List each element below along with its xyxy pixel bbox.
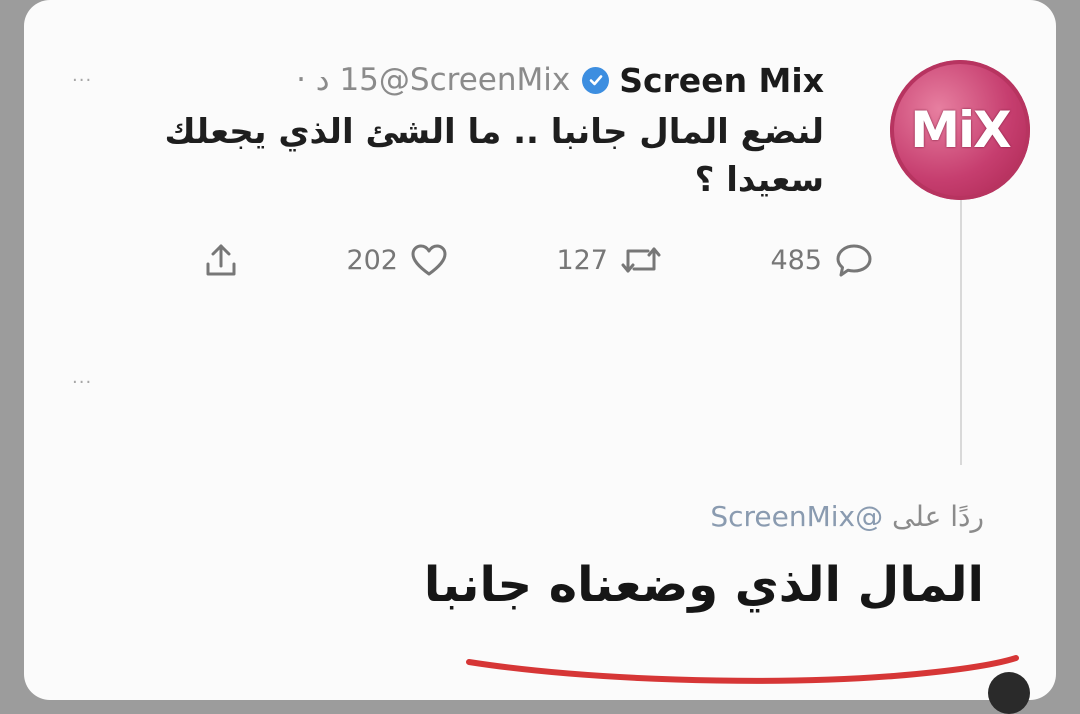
retweet-icon <box>621 247 661 273</box>
tweet-card: ··· MiX 15 د · @ScreenMix Screen Mix لنض… <box>24 0 1056 700</box>
tweet-actions: 202 127 485 <box>204 232 874 288</box>
heart-icon <box>411 244 447 276</box>
verified-badge-icon <box>582 66 610 94</box>
replying-to-label: ردًا على <box>892 500 984 533</box>
tweet-display-name[interactable]: Screen Mix <box>619 61 824 100</box>
share-button[interactable] <box>204 242 238 278</box>
avatar-logo-text: MiX <box>910 101 1011 159</box>
thread-connector-line <box>960 200 962 465</box>
avatar[interactable]: MiX <box>890 60 1030 200</box>
like-button[interactable]: 202 <box>346 243 448 277</box>
red-underline-annotation <box>466 655 1019 684</box>
corner-overlay-circle <box>988 672 1030 714</box>
share-icon <box>206 244 236 276</box>
tweet-header: 15 د · @ScreenMix Screen Mix <box>296 56 824 104</box>
reply-more-options-icon[interactable]: ··· <box>72 372 92 393</box>
more-options-icon[interactable]: ··· <box>72 70 92 91</box>
tweet-time: 15 د · <box>296 62 379 98</box>
reply-button[interactable]: 485 <box>770 242 874 278</box>
comment-icon <box>836 244 872 277</box>
replying-to-handle[interactable]: @ScreenMix <box>710 500 883 533</box>
reply-count: 485 <box>770 244 822 276</box>
reply-tweet: ردًا على @ScreenMix المال الذي وضعناه جا… <box>184 500 984 613</box>
reply-body: المال الذي وضعناه جانبا <box>423 557 984 613</box>
tweet-body: لنضع المال جانبا .. ما الشئ الذي يجعلك س… <box>164 112 824 200</box>
retweet-count: 127 <box>556 244 608 276</box>
tweet-handle[interactable]: @ScreenMix <box>379 62 570 98</box>
replying-to-line: ردًا على @ScreenMix <box>184 500 984 533</box>
retweet-button[interactable]: 127 <box>556 243 662 277</box>
like-count: 202 <box>346 244 398 276</box>
